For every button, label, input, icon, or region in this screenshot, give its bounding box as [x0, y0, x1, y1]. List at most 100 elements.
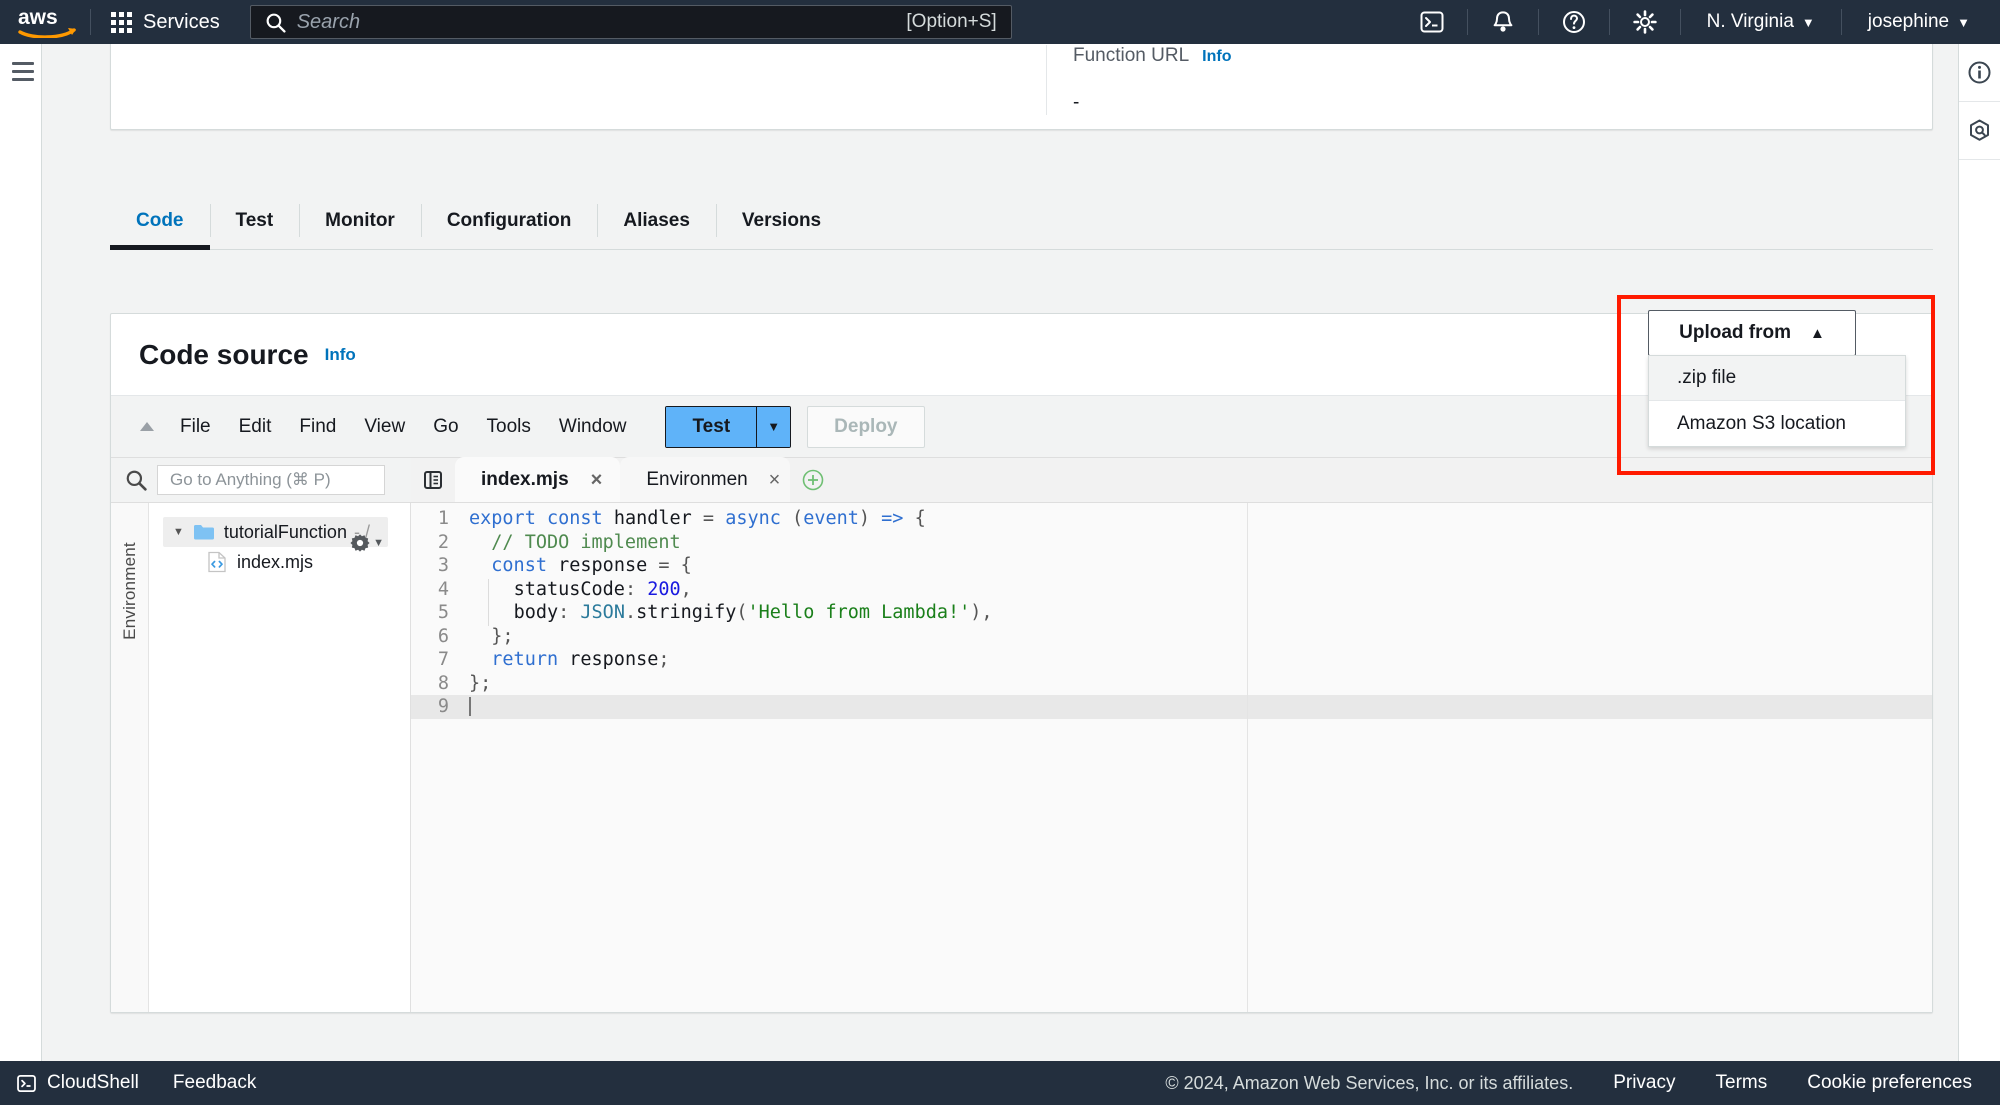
tab-code[interactable]: Code — [110, 192, 210, 250]
menu-find[interactable]: Find — [286, 409, 349, 445]
menu-edit[interactable]: Edit — [226, 409, 285, 445]
nav-divider — [1537, 9, 1539, 35]
tab-versions[interactable]: Versions — [715, 192, 847, 249]
chevron-up-icon: ▲ — [1810, 324, 1825, 342]
go-to-anything-input[interactable]: Go to Anything (⌘ P) — [157, 465, 385, 495]
nav-divider — [1679, 9, 1681, 35]
add-tab-icon[interactable] — [790, 457, 836, 502]
services-menu-button[interactable]: Services — [101, 5, 230, 40]
environment-strip[interactable]: Environment — [111, 503, 149, 1012]
menu-label: Edit — [238, 415, 272, 437]
search-placeholder: Search — [296, 10, 361, 33]
upload-from-button[interactable]: Upload from ▲ — [1648, 310, 1856, 356]
tree-file-label: index.mjs — [237, 551, 314, 572]
top-navigation-bar: aws Services Search [Option+S] N. Virgin… — [0, 0, 2000, 44]
tab-test[interactable]: Test — [209, 192, 300, 249]
cloudshell-icon[interactable] — [1407, 0, 1457, 44]
aws-logo[interactable]: aws — [18, 0, 80, 44]
editor-tab-bar: index.mjs × Environment Vari × — [411, 457, 1932, 503]
footer-feedback-link[interactable]: Feedback — [173, 1072, 256, 1094]
code-line: // TODO implement — [491, 531, 681, 553]
page-content: Function URL Info - Code Test Monitor Co… — [42, 44, 1958, 1061]
line-number: 2 — [437, 531, 449, 553]
tab-label: Code — [136, 209, 184, 231]
code-line: statusCode: 200, — [513, 578, 692, 600]
help-icon[interactable] — [1549, 0, 1599, 44]
line-number: 9 — [411, 695, 457, 719]
tab-aliases[interactable]: Aliases — [597, 192, 716, 249]
account-menu[interactable]: josephine ▼ — [1852, 11, 1986, 33]
test-button-label: Test — [666, 406, 757, 447]
line-number: 6 — [437, 625, 449, 647]
function-url-label: Function URL — [1073, 45, 1190, 66]
close-icon[interactable]: × — [769, 470, 781, 490]
footer-cloudshell-label: CloudShell — [47, 1072, 139, 1093]
line-number: 4 — [437, 578, 449, 600]
settings-icon[interactable] — [1620, 0, 1670, 44]
editor-tab-environment-variables[interactable]: Environment Vari × — [620, 457, 791, 502]
upload-from-dropdown: Upload from ▲ .zip file Amazon S3 locati… — [1648, 310, 1906, 447]
menu-view[interactable]: View — [351, 409, 418, 445]
bell-icon[interactable] — [1478, 0, 1528, 44]
editor-tab-label: Environment Vari — [646, 468, 747, 490]
file-tree: ▼ tutorialFunction - / ▼ index.mjs — [149, 503, 411, 1012]
menu-tools[interactable]: Tools — [474, 409, 544, 445]
line-number: 5 — [437, 602, 449, 623]
ide-body: Go to Anything (⌘ P) Environment ▼ tutor… — [111, 457, 1932, 1012]
footer-right-group: © 2024, Amazon Web Services, Inc. or its… — [1165, 1072, 2000, 1094]
tab-configuration[interactable]: Configuration — [420, 192, 598, 249]
tab-label: Aliases — [623, 209, 690, 231]
print-margin — [1247, 503, 1248, 1012]
nav-divider — [90, 9, 91, 35]
test-button[interactable]: Test ▼ — [665, 405, 792, 448]
editor-pane: index.mjs × Environment Vari × — [411, 457, 1932, 1012]
tab-monitor[interactable]: Monitor — [299, 192, 421, 249]
info-icon[interactable] — [1959, 44, 2000, 102]
info-link[interactable]: Info — [325, 345, 356, 365]
nav-divider — [1608, 9, 1610, 35]
line-number: 3 — [437, 555, 449, 576]
detail-tabs: Code Test Monitor Configuration Aliases … — [110, 192, 1933, 250]
tab-label: Versions — [741, 209, 822, 231]
search-icon — [126, 470, 147, 491]
code-line: }; — [469, 672, 492, 694]
menu-file[interactable]: File — [167, 409, 224, 445]
shortcuts-icon[interactable] — [1959, 102, 2000, 160]
left-rail — [0, 44, 42, 1061]
close-icon[interactable]: × — [591, 470, 603, 490]
code-source-title: Code source — [139, 338, 309, 370]
code-line: }; — [491, 625, 514, 647]
footer-link-privacy[interactable]: Privacy — [1613, 1072, 1675, 1094]
deploy-button-label: Deploy — [834, 415, 898, 437]
menu-go[interactable]: Go — [420, 409, 471, 445]
chevron-down-icon: ▼ — [1957, 14, 1970, 30]
tree-settings-gear-icon[interactable]: ▼ — [349, 532, 384, 554]
chevron-down-icon[interactable]: ▼ — [173, 526, 184, 538]
info-link[interactable]: Info — [1202, 48, 1231, 66]
menu-window[interactable]: Window — [546, 409, 640, 445]
toggle-panel-icon[interactable] — [411, 457, 455, 502]
search-input[interactable]: Search [Option+S] — [249, 5, 1012, 39]
nav-divider — [1840, 9, 1842, 35]
region-label: N. Virginia — [1706, 11, 1794, 32]
code-area[interactable]: 1 2 3 4 5 6 7 8 9 export const handler =… — [411, 503, 1932, 1012]
tree-folder-label: tutorialFunction — [223, 521, 347, 542]
menu-label: Window — [558, 415, 627, 437]
collapse-panel-icon[interactable] — [129, 421, 165, 432]
footer-cloudshell-button[interactable]: CloudShell — [16, 1072, 139, 1094]
upload-from-label: Upload from — [1679, 322, 1792, 343]
test-dropdown-caret-icon[interactable]: ▼ — [756, 406, 791, 447]
footer-link-terms[interactable]: Terms — [1716, 1072, 1768, 1094]
menu-toggle-icon[interactable] — [12, 62, 34, 86]
region-selector[interactable]: N. Virginia ▼ — [1691, 11, 1831, 33]
upload-option-amazon-s3-location[interactable]: Amazon S3 location — [1649, 401, 1905, 446]
footer-link-cookie-preferences[interactable]: Cookie preferences — [1807, 1072, 1972, 1094]
editor-tab-index-mjs[interactable]: index.mjs × — [455, 457, 621, 502]
deploy-button[interactable]: Deploy — [807, 405, 925, 448]
line-number: 1 — [437, 508, 449, 529]
nav-right-group: N. Virginia ▼ josephine ▼ — [1407, 0, 2000, 44]
code-line: const response = { — [491, 555, 692, 576]
upload-option-zip-file[interactable]: .zip file — [1649, 356, 1905, 401]
menu-label: Tools — [486, 415, 531, 437]
tab-label: Test — [235, 209, 274, 231]
